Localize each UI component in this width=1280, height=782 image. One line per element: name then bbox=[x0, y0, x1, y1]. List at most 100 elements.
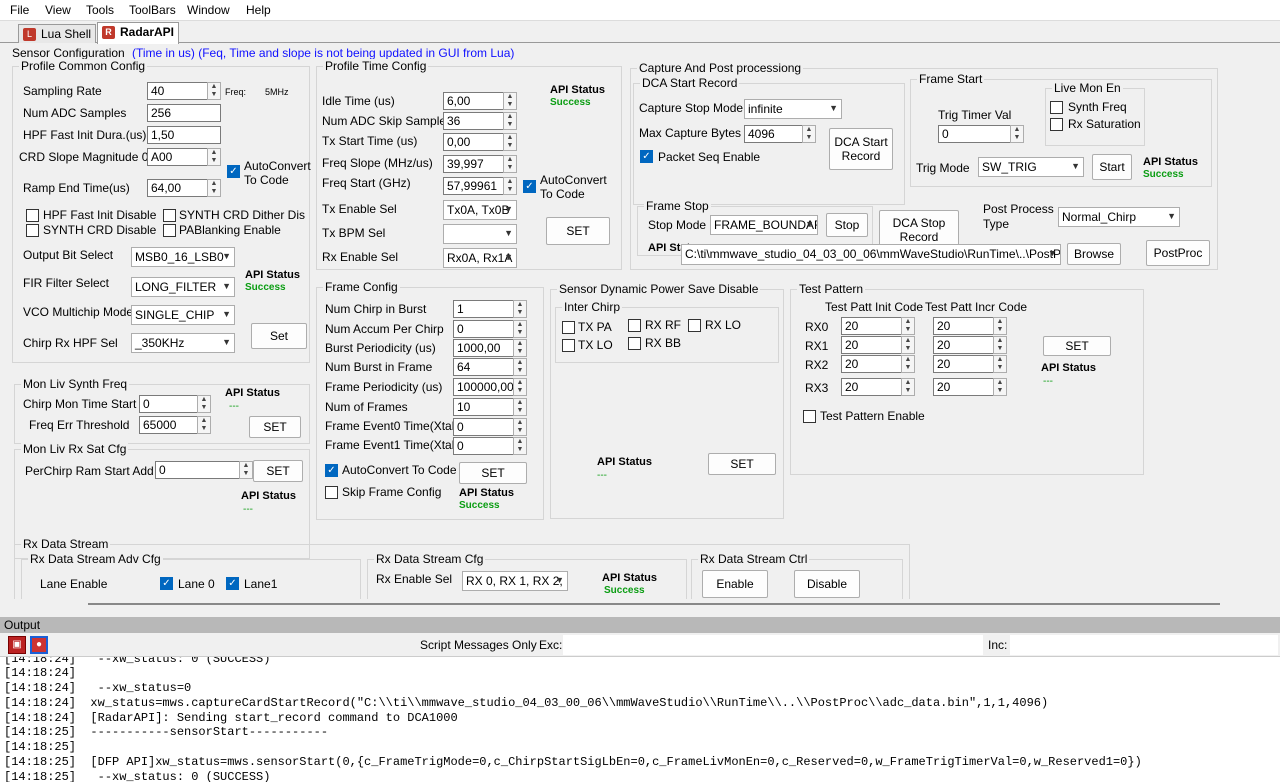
trig-mode-select[interactable]: SW_TRIG ▼ bbox=[978, 157, 1084, 177]
vco-select[interactable]: SINGLE_CHIP ▼ bbox=[131, 305, 235, 325]
chirp-hpf-select[interactable]: _350KHz ▼ bbox=[131, 333, 235, 353]
autoconvert-checkbox[interactable]: ✓ bbox=[325, 464, 338, 477]
trig-timer-input[interactable]: 0 bbox=[938, 125, 1014, 143]
rx-stream-enable-button[interactable]: Enable bbox=[702, 570, 768, 598]
num-chirp-input[interactable]: 1 bbox=[453, 300, 515, 318]
skip-spin[interactable]: ▲ ▼ bbox=[503, 112, 517, 130]
synth-freq-checkbox[interactable] bbox=[1050, 101, 1063, 114]
stop-output-icon[interactable]: ● bbox=[30, 636, 48, 654]
rx1-incr-spin[interactable]: ▲ ▼ bbox=[993, 336, 1007, 354]
slope-spin[interactable]: ▲ ▼ bbox=[503, 155, 517, 173]
browse-button[interactable]: Browse bbox=[1067, 243, 1121, 265]
rx-bb-checkbox[interactable] bbox=[628, 337, 641, 350]
event1-input[interactable]: 0 bbox=[453, 437, 515, 455]
txen-select[interactable]: Tx0A, Tx0B ▼ bbox=[443, 200, 517, 220]
synth-crd-disable-checkbox[interactable] bbox=[26, 224, 39, 237]
hpf-input[interactable]: 1,50 bbox=[147, 126, 221, 144]
autoconvert-checkbox[interactable]: ✓ bbox=[227, 165, 240, 178]
burst-periodicity-input[interactable]: 1000,00 bbox=[453, 339, 515, 357]
rx-lo-checkbox[interactable] bbox=[688, 319, 701, 332]
pa-blanking-checkbox[interactable] bbox=[163, 224, 176, 237]
rx0-incr-input[interactable]: 20 bbox=[933, 317, 995, 335]
menu-view[interactable]: View bbox=[45, 3, 71, 17]
rx-stream-rxen-select[interactable]: RX 0, RX 1, RX 2, ▼ bbox=[462, 571, 568, 591]
num-burst-input[interactable]: 64 bbox=[453, 358, 515, 376]
menu-toolbars[interactable]: ToolBars bbox=[129, 3, 176, 17]
frame-start-button[interactable]: Start bbox=[1092, 154, 1132, 180]
rx1-init-spin[interactable]: ▲ ▼ bbox=[901, 336, 915, 354]
num-burst-spin[interactable]: ▲ ▼ bbox=[513, 358, 527, 376]
frame-periodicity-input[interactable]: 100000,00 bbox=[453, 378, 515, 396]
mon-synth-set-button[interactable]: SET bbox=[249, 416, 301, 438]
fstart-input[interactable]: 57,99961 bbox=[443, 177, 505, 195]
output-bit-select[interactable]: MSB0_16_LSB0 ▼ bbox=[131, 247, 235, 267]
clear-output-icon[interactable]: ▣ bbox=[8, 636, 26, 654]
num-accum-spin[interactable]: ▲ ▼ bbox=[513, 320, 527, 338]
inc-input[interactable] bbox=[1010, 635, 1278, 655]
rx3-init-spin[interactable]: ▲ ▼ bbox=[901, 378, 915, 396]
trig-timer-spin[interactable]: ▲ ▼ bbox=[1010, 125, 1024, 143]
crd-input[interactable]: A00 bbox=[147, 148, 209, 166]
chirp-mon-spin[interactable]: ▲ ▼ bbox=[197, 395, 211, 413]
autoconvert-checkbox[interactable]: ✓ bbox=[523, 180, 536, 193]
ramp-spin[interactable]: ▲ ▼ bbox=[207, 179, 221, 197]
num-frames-spin[interactable]: ▲ ▼ bbox=[513, 398, 527, 416]
skip-frame-checkbox[interactable] bbox=[325, 486, 338, 499]
lane0-checkbox[interactable]: ✓ bbox=[160, 577, 173, 590]
profile-common-set-button[interactable]: Set bbox=[251, 323, 307, 349]
sampling-rate-input[interactable]: 40 bbox=[147, 82, 209, 100]
frame-stop-button[interactable]: Stop bbox=[826, 213, 868, 237]
lane1-checkbox[interactable]: ✓ bbox=[226, 577, 239, 590]
fstart-spin[interactable]: ▲ ▼ bbox=[503, 177, 517, 195]
event0-input[interactable]: 0 bbox=[453, 418, 515, 436]
rxen-select[interactable]: Rx0A, Rx1A ▼ bbox=[443, 248, 517, 268]
stop-mode-select[interactable]: infinite ▼ bbox=[744, 99, 842, 119]
rx-rf-checkbox[interactable] bbox=[628, 319, 641, 332]
dca-start-record-button[interactable]: DCA Start Record bbox=[829, 128, 893, 170]
rx2-init-input[interactable]: 20 bbox=[841, 355, 903, 373]
test-pattern-enable-checkbox[interactable] bbox=[803, 410, 816, 423]
ram-spin[interactable]: ▲ ▼ bbox=[239, 461, 253, 479]
rx1-incr-input[interactable]: 20 bbox=[933, 336, 995, 354]
rx-saturation-checkbox[interactable] bbox=[1050, 118, 1063, 131]
ramp-input[interactable]: 64,00 bbox=[147, 179, 209, 197]
test-pattern-set-button[interactable]: SET bbox=[1043, 336, 1111, 356]
freq-err-spin[interactable]: ▲ ▼ bbox=[197, 416, 211, 434]
idle-spin[interactable]: ▲ ▼ bbox=[503, 92, 517, 110]
rx3-incr-input[interactable]: 20 bbox=[933, 378, 995, 396]
rx1-init-input[interactable]: 20 bbox=[841, 336, 903, 354]
frame-periodicity-spin[interactable]: ▲ ▼ bbox=[513, 378, 527, 396]
scrollbar-thumb[interactable] bbox=[88, 603, 1220, 605]
tx-pa-checkbox[interactable] bbox=[562, 321, 575, 334]
synth-dither-checkbox[interactable] bbox=[163, 209, 176, 222]
num-accum-input[interactable]: 0 bbox=[453, 320, 515, 338]
event0-spin[interactable]: ▲ ▼ bbox=[513, 418, 527, 436]
postproc-button[interactable]: PostProc bbox=[1146, 240, 1210, 266]
script-messages-only-toggle[interactable]: Script Messages Only bbox=[420, 638, 537, 652]
burst-periodicity-spin[interactable]: ▲ ▼ bbox=[513, 339, 527, 357]
rx3-init-input[interactable]: 20 bbox=[841, 378, 903, 396]
rx2-incr-input[interactable]: 20 bbox=[933, 355, 995, 373]
rx0-incr-spin[interactable]: ▲ ▼ bbox=[993, 317, 1007, 335]
rx2-init-spin[interactable]: ▲ ▼ bbox=[901, 355, 915, 373]
num-frames-input[interactable]: 10 bbox=[453, 398, 515, 416]
freq-err-input[interactable]: 65000 bbox=[139, 416, 199, 434]
exc-input[interactable] bbox=[563, 635, 983, 655]
event1-spin[interactable]: ▲ ▼ bbox=[513, 437, 527, 455]
tab-radar-api[interactable]: R RadarAPI bbox=[97, 22, 180, 44]
hpf-disable-checkbox[interactable] bbox=[26, 209, 39, 222]
max-bytes-spin[interactable]: ▲ ▼ bbox=[802, 125, 816, 143]
rx2-incr-spin[interactable]: ▲ ▼ bbox=[993, 355, 1007, 373]
idle-input[interactable]: 6,00 bbox=[443, 92, 505, 110]
fir-select[interactable]: LONG_FILTER ▼ bbox=[131, 277, 235, 297]
num-adc-input[interactable]: 256 bbox=[147, 104, 221, 122]
max-bytes-input[interactable]: 4096 bbox=[744, 125, 804, 143]
txstart-input[interactable]: 0,00 bbox=[443, 133, 505, 151]
post-process-select[interactable]: Normal_Chirp ▼ bbox=[1058, 207, 1180, 227]
tab-lua-shell[interactable]: L Lua Shell bbox=[18, 24, 97, 43]
rx-stream-disable-button[interactable]: Disable bbox=[794, 570, 860, 598]
postproc-path-select[interactable]: C:\ti\mmwave_studio_04_03_00_06\mmWaveSt… bbox=[681, 244, 1061, 265]
output-console[interactable]: [14:18:24] --xw_status: 0 (SUCCESS) [14:… bbox=[0, 657, 1280, 782]
packet-seq-checkbox[interactable]: ✓ bbox=[640, 150, 653, 163]
skip-input[interactable]: 36 bbox=[443, 112, 505, 130]
